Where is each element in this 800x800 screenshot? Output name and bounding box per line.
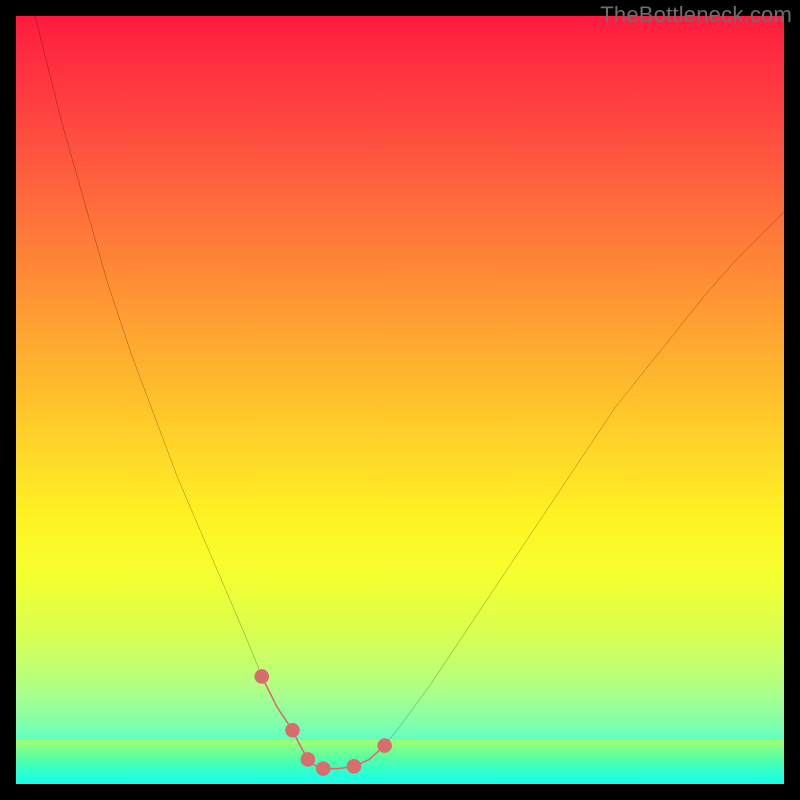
highlight-dot — [285, 723, 300, 738]
highlight-dot — [347, 759, 362, 774]
bottleneck-optimal-highlight — [262, 676, 385, 768]
highlight-dot — [377, 738, 392, 753]
watermark-text: TheBottleneck.com — [600, 2, 792, 28]
chart-frame: TheBottleneck.com — [0, 0, 800, 800]
plot-area — [16, 16, 784, 784]
curve-svg — [16, 16, 784, 784]
bottleneck-optimal-dots — [254, 669, 391, 776]
bottleneck-curve — [16, 16, 784, 769]
highlight-dot — [316, 761, 331, 776]
highlight-dot — [254, 669, 269, 684]
highlight-dot — [301, 752, 316, 767]
